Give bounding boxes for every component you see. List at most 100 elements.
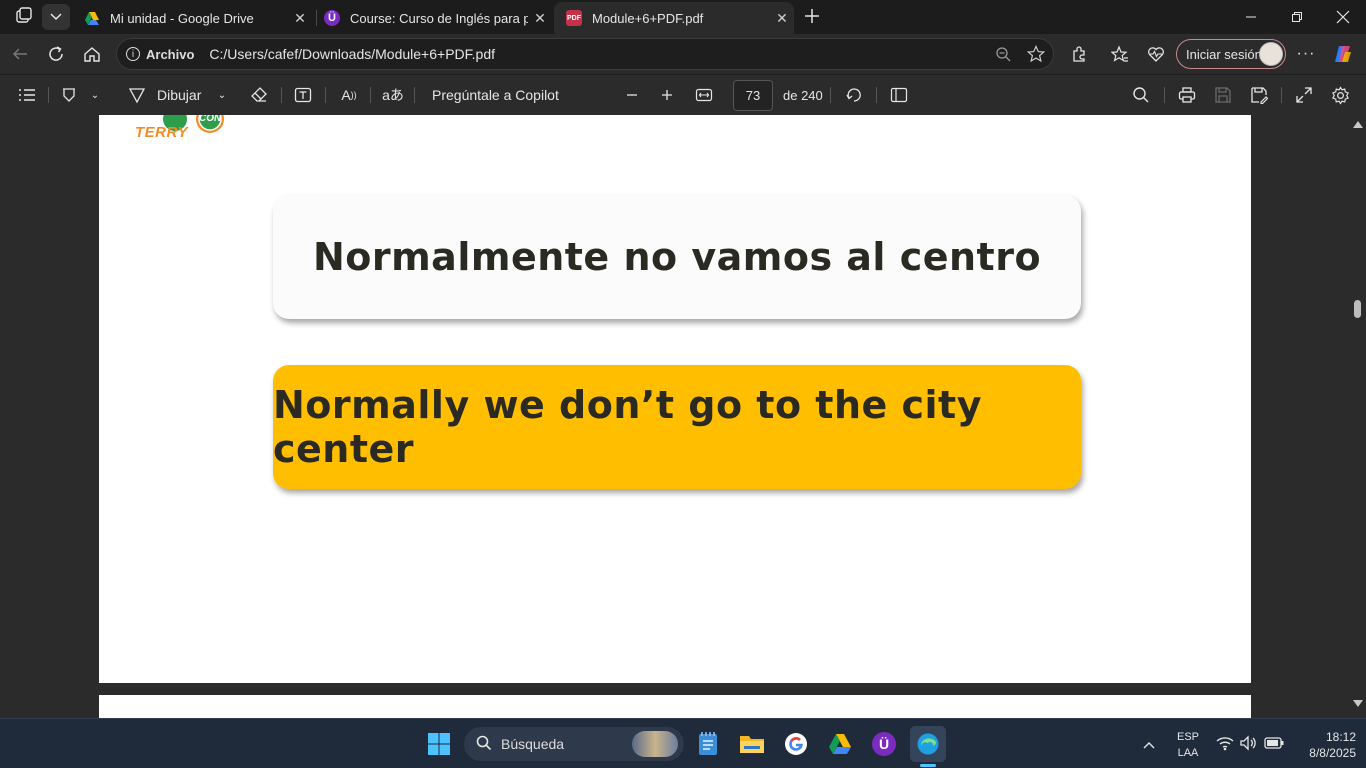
pdf-page: CON TERRY Normalmente no vamos al centro… <box>99 115 1251 683</box>
favorites-icon[interactable] <box>1104 38 1136 70</box>
page-view-icon[interactable] <box>888 83 910 107</box>
tab-list-icon[interactable] <box>42 4 70 30</box>
explorer-icon[interactable] <box>734 726 770 762</box>
logo-badge: CON <box>199 115 222 124</box>
toolbar-divider <box>325 87 326 103</box>
scroll-down-icon[interactable] <box>1353 700 1363 707</box>
language-code: ESP <box>1176 731 1199 743</box>
chevron-down-icon[interactable]: ⌄ <box>215 83 229 107</box>
course-icon: Ü <box>324 10 340 26</box>
address-label: Archivo <box>146 46 195 62</box>
notepad-icon[interactable] <box>690 726 726 762</box>
scroll-up-icon[interactable] <box>1353 121 1363 128</box>
pdf-toolbar: ⌄ Dibujar ⌄ A)) aあ Pregúntale a Copilot … <box>0 74 1366 115</box>
print-icon[interactable] <box>1176 83 1198 107</box>
translate-icon[interactable]: aあ <box>382 83 404 107</box>
pdf-next-page <box>99 695 1251 718</box>
toolbar-divider <box>1164 87 1165 103</box>
active-app-indicator <box>920 764 936 767</box>
favorite-icon[interactable] <box>1026 45 1046 66</box>
drive-icon <box>84 10 100 26</box>
toolbar-divider <box>414 87 415 103</box>
volume-icon[interactable] <box>1240 735 1258 756</box>
toolbar-divider <box>876 87 877 103</box>
taskbar: Búsqueda Ü ESP LAA 18:12 8/8/2025 <box>0 718 1366 768</box>
close-icon[interactable] <box>1320 0 1366 34</box>
keyboard-layout: LAA <box>1177 747 1199 759</box>
search-highlight-image <box>632 731 678 757</box>
tab-module-pdf[interactable]: PDF Module+6+PDF.pdf ✕ <box>554 2 794 34</box>
taskbar-search[interactable]: Búsqueda <box>464 727 684 761</box>
language-indicator[interactable]: ESP LAA <box>1172 729 1204 761</box>
address-bar[interactable]: i Archivo C:/Users/cafef/Downloads/Modul… <box>116 38 1054 70</box>
restore-icon[interactable] <box>1274 0 1320 34</box>
search-icon <box>476 735 492 754</box>
course-icon[interactable]: Ü <box>866 726 902 762</box>
windows-icon[interactable] <box>421 726 457 762</box>
address-row: i Archivo C:/Users/cafef/Downloads/Modul… <box>0 34 1366 74</box>
search-icon[interactable] <box>1130 83 1152 107</box>
tab-course[interactable]: Ü Course: Curso de Inglés para principia… <box>312 2 552 34</box>
workspaces-icon[interactable] <box>10 5 36 29</box>
close-tab-icon[interactable]: ✕ <box>528 10 552 27</box>
wifi-icon[interactable] <box>1216 735 1234 756</box>
chevron-down-icon[interactable]: ⌄ <box>88 83 102 107</box>
address-url[interactable]: C:/Users/cafef/Downloads/Module+6+PDF.pd… <box>209 46 495 62</box>
settings-icon[interactable] <box>1329 83 1351 107</box>
rotate-icon[interactable] <box>843 83 865 107</box>
extensions-icon[interactable] <box>1063 38 1095 70</box>
zoom-icon[interactable] <box>995 46 1012 66</box>
copilot-icon[interactable] <box>1327 38 1359 70</box>
pdf-icon: PDF <box>566 10 582 26</box>
zoom-out-icon[interactable] <box>621 83 643 107</box>
back-icon[interactable] <box>4 38 36 70</box>
fit-icon[interactable] <box>693 83 715 107</box>
toolbar-divider <box>830 87 831 103</box>
pdf-viewer[interactable]: CON TERRY Normalmente no vamos al centro… <box>0 115 1366 718</box>
clock-time: 18:12 <box>1325 730 1356 744</box>
read-aloud-icon[interactable]: A)) <box>338 83 360 107</box>
signin-button[interactable]: Iniciar sesión <box>1176 39 1286 69</box>
clock[interactable]: 18:12 8/8/2025 <box>1290 729 1356 761</box>
english-sentence-card: Normally we don’t go to the city center <box>273 365 1081 489</box>
health-icon[interactable] <box>1140 38 1172 70</box>
drive-icon[interactable] <box>822 726 858 762</box>
draw-button[interactable]: Dibujar <box>157 83 201 107</box>
save-as-icon[interactable] <box>1248 83 1270 107</box>
scroll-thumb[interactable] <box>1354 300 1361 318</box>
tab-title: Mi unidad - Google Drive <box>110 10 254 26</box>
english-sentence: Normally we don’t go to the city center <box>273 383 982 471</box>
fullscreen-icon[interactable] <box>1293 83 1315 107</box>
contents-icon[interactable] <box>16 83 38 107</box>
clock-date: 8/8/2025 <box>1309 746 1356 760</box>
terry-logo: CON TERRY <box>135 115 235 145</box>
toolbar-divider <box>370 87 371 103</box>
page-total: de 240 <box>783 87 823 103</box>
toolbar-divider <box>48 87 49 103</box>
new-tab-icon[interactable] <box>800 4 824 28</box>
spanish-sentence-card: Normalmente no vamos al centro <box>273 195 1081 319</box>
minimize-icon[interactable] <box>1228 0 1274 34</box>
close-tab-icon[interactable]: ✕ <box>770 10 794 27</box>
edge-icon[interactable] <box>910 726 946 762</box>
draw-icon[interactable] <box>126 83 148 107</box>
toolbar-divider <box>281 87 282 103</box>
highlight-icon[interactable] <box>58 83 80 107</box>
menu-icon[interactable]: ··· <box>1290 38 1322 70</box>
copilot-button[interactable]: Pregúntale a Copilot <box>432 83 559 107</box>
battery-icon[interactable] <box>1264 736 1284 755</box>
page-number-input[interactable]: 73 <box>733 80 773 111</box>
tab-title: Course: Curso de Inglés para principiant… <box>350 10 528 26</box>
info-icon[interactable]: i <box>126 47 140 61</box>
close-tab-icon[interactable]: ✕ <box>288 10 312 27</box>
google-icon[interactable] <box>778 726 814 762</box>
refresh-icon[interactable] <box>40 38 72 70</box>
erase-icon[interactable] <box>248 83 270 107</box>
tab-google-drive[interactable]: Mi unidad - Google Drive ✕ <box>72 2 312 34</box>
scrollbar[interactable] <box>1349 115 1366 718</box>
text-icon[interactable] <box>292 83 314 107</box>
zoom-in-icon[interactable] <box>656 83 678 107</box>
home-icon[interactable] <box>76 38 108 70</box>
save-icon[interactable] <box>1212 83 1234 107</box>
chevron-up-icon[interactable] <box>1142 737 1156 755</box>
